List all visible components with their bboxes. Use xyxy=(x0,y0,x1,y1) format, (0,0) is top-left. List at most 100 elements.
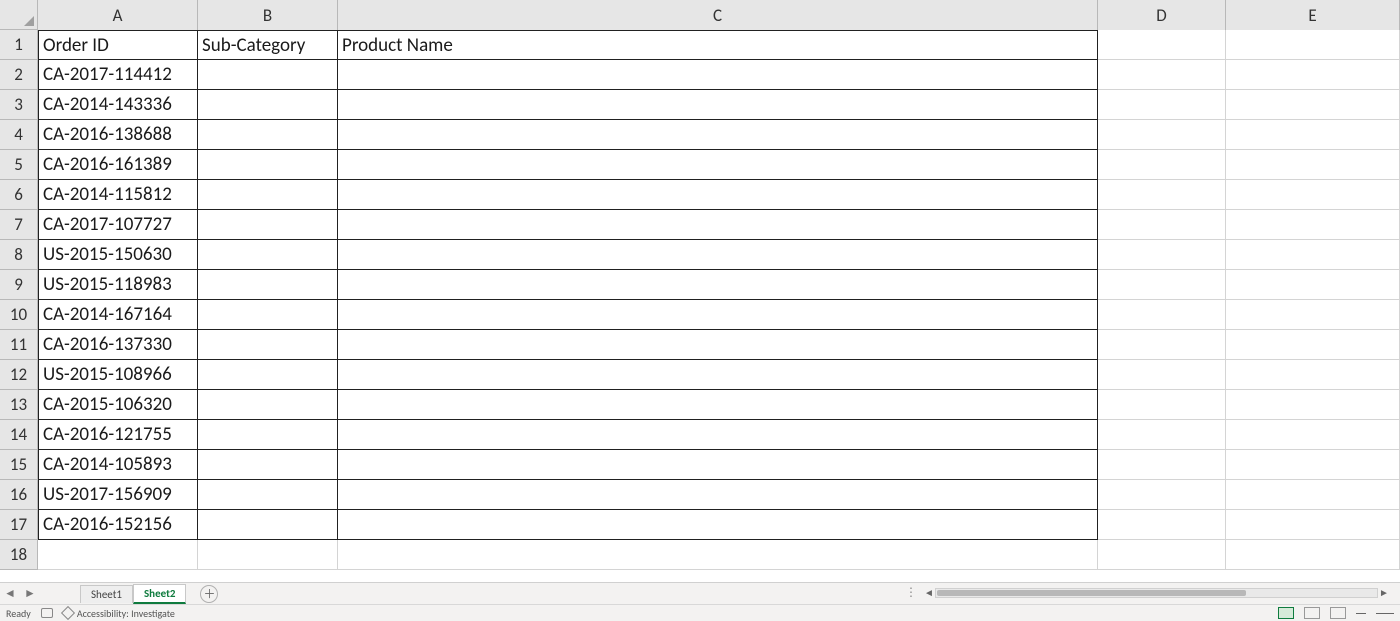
cell-B10[interactable] xyxy=(198,300,338,330)
cell-B7[interactable] xyxy=(198,210,338,240)
cell-B8[interactable] xyxy=(198,240,338,270)
row-header-9[interactable]: 9 xyxy=(0,270,38,300)
tab-scroll-left-icon[interactable]: ◄ xyxy=(2,585,18,603)
cell-E6[interactable] xyxy=(1226,180,1400,210)
cell-C13[interactable] xyxy=(338,390,1098,420)
accessibility-status[interactable]: Accessibility: Investigate xyxy=(63,607,175,620)
row-header-11[interactable]: 11 xyxy=(0,330,38,360)
row-header-4[interactable]: 4 xyxy=(0,120,38,150)
cell-B18[interactable] xyxy=(198,540,338,570)
cell-C3[interactable] xyxy=(338,90,1098,120)
cell-A14[interactable]: CA-2016-121755 xyxy=(38,420,198,450)
cell-A18[interactable] xyxy=(38,540,198,570)
scroll-track[interactable] xyxy=(935,588,1378,598)
column-header-B[interactable]: B xyxy=(198,0,338,30)
cell-A1[interactable]: Order ID xyxy=(38,30,198,60)
cell-C8[interactable] xyxy=(338,240,1098,270)
cell-B6[interactable] xyxy=(198,180,338,210)
cell-C5[interactable] xyxy=(338,150,1098,180)
cell-B3[interactable] xyxy=(198,90,338,120)
zoom-out-icon[interactable] xyxy=(1356,613,1366,614)
cell-D14[interactable] xyxy=(1098,420,1226,450)
cell-B13[interactable] xyxy=(198,390,338,420)
cell-C4[interactable] xyxy=(338,120,1098,150)
cell-D13[interactable] xyxy=(1098,390,1226,420)
cell-E18[interactable] xyxy=(1226,540,1400,570)
column-header-C[interactable]: C xyxy=(338,0,1098,30)
row-header-5[interactable]: 5 xyxy=(0,150,38,180)
row-header-8[interactable]: 8 xyxy=(0,240,38,270)
row-header-15[interactable]: 15 xyxy=(0,450,38,480)
cell-B4[interactable] xyxy=(198,120,338,150)
sheet-tab-sheet2[interactable]: Sheet2 xyxy=(133,584,187,604)
column-header-A[interactable]: A xyxy=(38,0,198,30)
cell-B17[interactable] xyxy=(198,510,338,540)
cell-E7[interactable] xyxy=(1226,210,1400,240)
horizontal-scrollbar[interactable]: ⋮ ◄ ► xyxy=(905,585,1390,600)
cell-C6[interactable] xyxy=(338,180,1098,210)
row-header-18[interactable]: 18 xyxy=(0,540,38,570)
cell-D17[interactable] xyxy=(1098,510,1226,540)
cell-A10[interactable]: CA-2014-167164 xyxy=(38,300,198,330)
cell-B1[interactable]: Sub-Category xyxy=(198,30,338,60)
cell-A16[interactable]: US-2017-156909 xyxy=(38,480,198,510)
scroll-thumb[interactable] xyxy=(937,590,1246,596)
row-header-2[interactable]: 2 xyxy=(0,60,38,90)
cell-A7[interactable]: CA-2017-107727 xyxy=(38,210,198,240)
row-header-10[interactable]: 10 xyxy=(0,300,38,330)
column-header-D[interactable]: D xyxy=(1098,0,1226,30)
cell-B16[interactable] xyxy=(198,480,338,510)
cell-C15[interactable] xyxy=(338,450,1098,480)
cell-B14[interactable] xyxy=(198,420,338,450)
cell-D5[interactable] xyxy=(1098,150,1226,180)
cell-C16[interactable] xyxy=(338,480,1098,510)
row-header-12[interactable]: 12 xyxy=(0,360,38,390)
view-normal-icon[interactable] xyxy=(1278,607,1294,619)
cell-A4[interactable]: CA-2016-138688 xyxy=(38,120,198,150)
cell-E3[interactable] xyxy=(1226,90,1400,120)
cell-B11[interactable] xyxy=(198,330,338,360)
cell-A3[interactable]: CA-2014-143336 xyxy=(38,90,198,120)
cell-E9[interactable] xyxy=(1226,270,1400,300)
row-header-17[interactable]: 17 xyxy=(0,510,38,540)
cell-D6[interactable] xyxy=(1098,180,1226,210)
cell-C1[interactable]: Product Name xyxy=(338,30,1098,60)
cell-A12[interactable]: US-2015-108966 xyxy=(38,360,198,390)
cell-C14[interactable] xyxy=(338,420,1098,450)
row-header-1[interactable]: 1 xyxy=(0,30,38,60)
cell-E8[interactable] xyxy=(1226,240,1400,270)
cell-A9[interactable]: US-2015-118983 xyxy=(38,270,198,300)
cell-B5[interactable] xyxy=(198,150,338,180)
cell-E2[interactable] xyxy=(1226,60,1400,90)
cell-E1[interactable] xyxy=(1226,30,1400,60)
zoom-slider[interactable] xyxy=(1376,613,1394,614)
cell-A6[interactable]: CA-2014-115812 xyxy=(38,180,198,210)
cell-C2[interactable] xyxy=(338,60,1098,90)
cell-E16[interactable] xyxy=(1226,480,1400,510)
cell-A5[interactable]: CA-2016-161389 xyxy=(38,150,198,180)
cell-B9[interactable] xyxy=(198,270,338,300)
cell-E4[interactable] xyxy=(1226,120,1400,150)
cell-D1[interactable] xyxy=(1098,30,1226,60)
cell-C11[interactable] xyxy=(338,330,1098,360)
cell-D3[interactable] xyxy=(1098,90,1226,120)
row-header-16[interactable]: 16 xyxy=(0,480,38,510)
scroll-grip-icon[interactable]: ⋮ xyxy=(905,585,917,600)
view-page-break-icon[interactable] xyxy=(1330,607,1346,619)
cell-C18[interactable] xyxy=(338,540,1098,570)
cell-A13[interactable]: CA-2015-106320 xyxy=(38,390,198,420)
cell-D9[interactable] xyxy=(1098,270,1226,300)
cell-D18[interactable] xyxy=(1098,540,1226,570)
cell-A8[interactable]: US-2015-150630 xyxy=(38,240,198,270)
row-header-13[interactable]: 13 xyxy=(0,390,38,420)
cell-D10[interactable] xyxy=(1098,300,1226,330)
cell-A11[interactable]: CA-2016-137330 xyxy=(38,330,198,360)
cell-D12[interactable] xyxy=(1098,360,1226,390)
macro-record-icon[interactable] xyxy=(41,608,53,618)
row-header-3[interactable]: 3 xyxy=(0,90,38,120)
cell-B2[interactable] xyxy=(198,60,338,90)
cell-C12[interactable] xyxy=(338,360,1098,390)
cell-E13[interactable] xyxy=(1226,390,1400,420)
cell-D7[interactable] xyxy=(1098,210,1226,240)
cell-D11[interactable] xyxy=(1098,330,1226,360)
